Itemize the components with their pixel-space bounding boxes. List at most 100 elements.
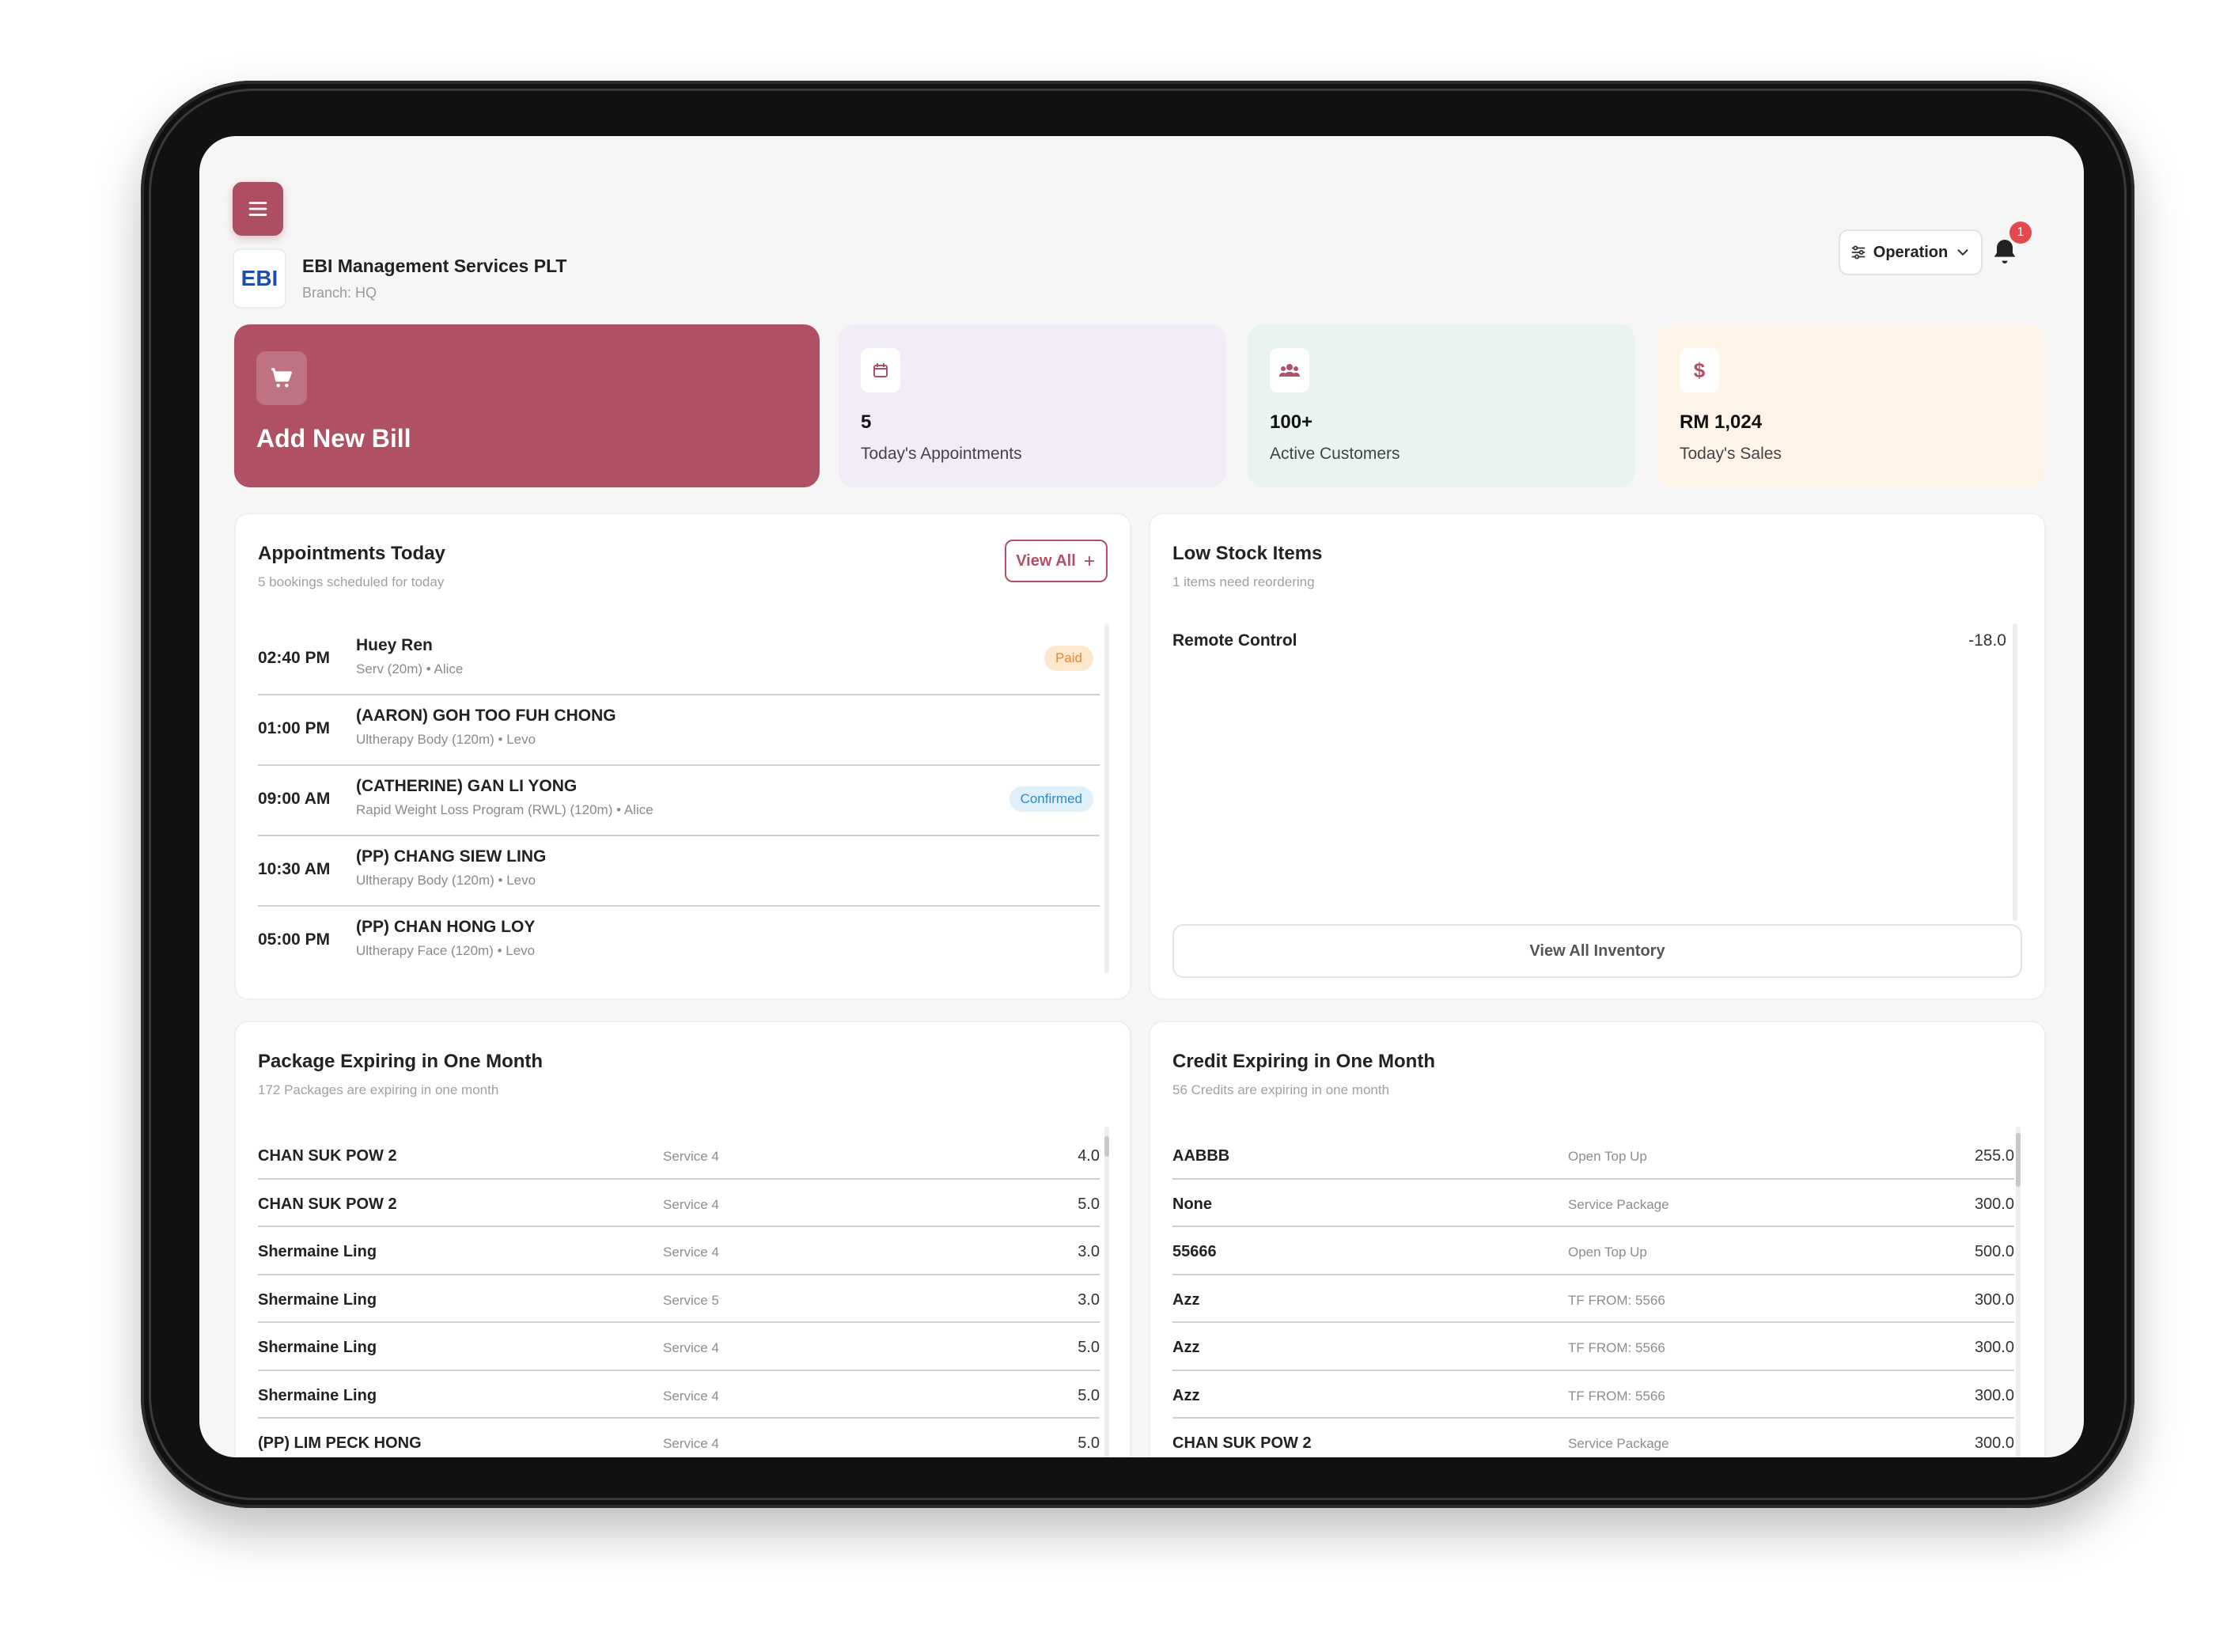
operation-dropdown[interactable]: Operation — [1839, 229, 1983, 275]
remaining-value: 3.0 — [1078, 1243, 1100, 1260]
credit-amount: 500.0 — [1974, 1243, 2014, 1260]
customer-name: (PP) LIM PECK HONG — [258, 1434, 422, 1452]
package-subtitle: 172 Packages are expiring in one month — [258, 1082, 499, 1097]
package-table: CHAN SUK POW 2 Service 4 4.0 CHAN SUK POW … — [258, 1131, 1100, 1457]
customers-caption: Active Customers — [1270, 445, 1400, 463]
remaining-value: 4.0 — [1078, 1147, 1100, 1165]
appointment-customer: (PP) CHAN HONG LOY — [356, 918, 536, 936]
credit-type: TF FROM: 5566 — [1568, 1340, 1665, 1355]
view-all-label: View All — [1016, 551, 1076, 570]
table-row[interactable]: CHAN SUK POW 2 Service 4 4.0 — [258, 1131, 1100, 1180]
users-icon — [1270, 348, 1309, 392]
customer-name: Shermaine Ling — [258, 1243, 377, 1260]
remaining-value: 5.0 — [1078, 1434, 1100, 1452]
table-row[interactable]: Azz TF FROM: 5566 300.0 — [1172, 1323, 2014, 1371]
package-scroll-thumb[interactable] — [1104, 1136, 1109, 1157]
status-badge: Paid — [1044, 646, 1093, 671]
sales-stat-card[interactable]: $ RM 1,024 Today's Sales — [1657, 324, 2045, 487]
appointments-title: Appointments Today — [258, 543, 445, 564]
appointment-time: 02:40 PM — [258, 649, 331, 667]
low-stock-subtitle: 1 items need reordering — [1172, 574, 1315, 589]
appointment-customer: (PP) CHANG SIEW LING — [356, 847, 547, 866]
credit-amount: 300.0 — [1974, 1339, 2014, 1356]
appointment-detail: Serv (20m) • Alice — [356, 661, 464, 676]
appointments-caption: Today's Appointments — [861, 445, 1022, 463]
appointment-detail: Rapid Weight Loss Program (RWL) (120m) •… — [356, 802, 653, 817]
plus-icon — [1084, 556, 1094, 566]
credit-type: TF FROM: 5566 — [1568, 1292, 1665, 1308]
credit-title: Credit Expiring in One Month — [1172, 1051, 1435, 1072]
hamburger-icon — [248, 202, 267, 216]
appointment-time: 09:00 AM — [258, 790, 331, 808]
customers-stat-card[interactable]: 100+ Active Customers — [1248, 324, 1635, 487]
table-row[interactable]: Shermaine Ling Service 4 5.0 — [258, 1371, 1100, 1419]
service-name: Service 5 — [663, 1292, 719, 1308]
low-stock-panel: Low Stock Items 1 items need reordering … — [1149, 513, 2046, 1000]
table-row[interactable]: Azz TF FROM: 5566 300.0 — [1172, 1275, 2014, 1323]
customer-name: Shermaine Ling — [258, 1290, 377, 1309]
add-new-bill-card[interactable]: Add New Bill — [234, 324, 820, 487]
credit-scroll-thumb[interactable] — [2016, 1133, 2021, 1187]
table-row[interactable]: CHAN SUK POW 2 Service Package 300.0 — [1172, 1419, 2014, 1457]
add-new-bill-label: Add New Bill — [256, 424, 411, 453]
credit-type: TF FROM: 5566 — [1568, 1388, 1665, 1404]
credit-expiring-panel: Credit Expiring in One Month 56 Credits … — [1149, 1021, 2046, 1457]
table-row[interactable]: 55666 Open Top Up 500.0 — [1172, 1227, 2014, 1275]
appointment-time: 10:30 AM — [258, 860, 331, 878]
credit-amount: 300.0 — [1974, 1434, 2014, 1452]
table-row[interactable]: None Service Package 300.0 — [1172, 1180, 2014, 1227]
appointment-detail: Ultherapy Body (120m) • Levo — [356, 873, 536, 888]
service-name: Service 4 — [663, 1436, 719, 1451]
credit-type: Open Top Up — [1568, 1149, 1647, 1164]
table-row[interactable]: (PP) LIM PECK HONG Service 4 5.0 — [258, 1419, 1100, 1457]
table-row[interactable]: Azz TF FROM: 5566 300.0 — [1172, 1371, 2014, 1419]
company-header: EBI EBI Management Services PLT Branch: … — [233, 248, 566, 309]
branch-label: Branch: HQ — [302, 285, 377, 301]
table-row[interactable]: AABBB Open Top Up 255.0 — [1172, 1131, 2014, 1180]
operation-label: Operation — [1873, 243, 1949, 261]
service-name: Service 4 — [663, 1388, 719, 1404]
stock-item-row[interactable]: Remote Control -18.0 — [1172, 631, 2006, 650]
sales-caption: Today's Sales — [1680, 445, 1782, 463]
view-all-inventory-button[interactable]: View All Inventory — [1172, 924, 2022, 978]
company-name: EBI Management Services PLT — [302, 256, 567, 276]
credit-amount: 255.0 — [1974, 1147, 2014, 1165]
package-scrollbar[interactable] — [1104, 1127, 1109, 1457]
sales-amount: RM 1,024 — [1680, 411, 1763, 433]
stock-item-name: Remote Control — [1172, 631, 1297, 650]
appointment-detail: Ultherapy Face (120m) • Levo — [356, 943, 536, 958]
appointment-row[interactable]: 05:00 PM (PP) CHAN HONG LOY Ultherapy Fa… — [258, 907, 1100, 977]
notification-badge: 1 — [2009, 222, 2032, 244]
appointment-customer: (CATHERINE) GAN LI YONG — [356, 777, 578, 795]
low-stock-scrollbar[interactable] — [2013, 623, 2017, 921]
appointment-row[interactable]: 09:00 AM (CATHERINE) GAN LI YONG Rapid W… — [258, 766, 1100, 836]
credit-type: Service Package — [1568, 1196, 1669, 1212]
appointment-time: 05:00 PM — [258, 930, 331, 949]
appointment-row[interactable]: 01:00 PM (AARON) GOH TOO FUH CHONG Ulthe… — [258, 695, 1100, 766]
customer-name: None — [1172, 1195, 1212, 1213]
service-name: Service 4 — [663, 1245, 719, 1260]
remaining-value: 5.0 — [1078, 1339, 1100, 1356]
table-row[interactable]: Shermaine Ling Service 5 3.0 — [258, 1275, 1100, 1323]
appointments-subtitle: 5 bookings scheduled for today — [258, 574, 445, 589]
service-name: Service 4 — [663, 1196, 719, 1212]
customer-name: CHAN SUK POW 2 — [258, 1147, 397, 1165]
table-row[interactable]: CHAN SUK POW 2 Service 4 5.0 — [258, 1180, 1100, 1227]
credit-amount: 300.0 — [1974, 1290, 2014, 1309]
table-row[interactable]: Shermaine Ling Service 4 5.0 — [258, 1323, 1100, 1371]
appointment-time: 01:00 PM — [258, 719, 331, 737]
low-stock-title: Low Stock Items — [1172, 543, 1323, 564]
customer-name: 55666 — [1172, 1243, 1217, 1260]
customer-name: AABBB — [1172, 1147, 1230, 1165]
appointments-stat-card[interactable]: 5 Today's Appointments — [839, 324, 1226, 487]
appointment-row[interactable]: 10:30 AM (PP) CHANG SIEW LING Ultherapy … — [258, 836, 1100, 907]
menu-button[interactable] — [233, 182, 283, 236]
service-name: Service 4 — [663, 1340, 719, 1355]
credit-type: Service Package — [1568, 1436, 1669, 1451]
appointment-row[interactable]: 02:40 PM Huey Ren Serv (20m) • Alice Pai… — [258, 625, 1100, 695]
customer-name: Shermaine Ling — [258, 1386, 377, 1404]
status-badge: Confirmed — [1009, 786, 1093, 812]
appointments-scrollbar[interactable] — [1104, 623, 1109, 973]
table-row[interactable]: Shermaine Ling Service 4 3.0 — [258, 1227, 1100, 1275]
view-all-button[interactable]: View All — [1005, 540, 1108, 582]
